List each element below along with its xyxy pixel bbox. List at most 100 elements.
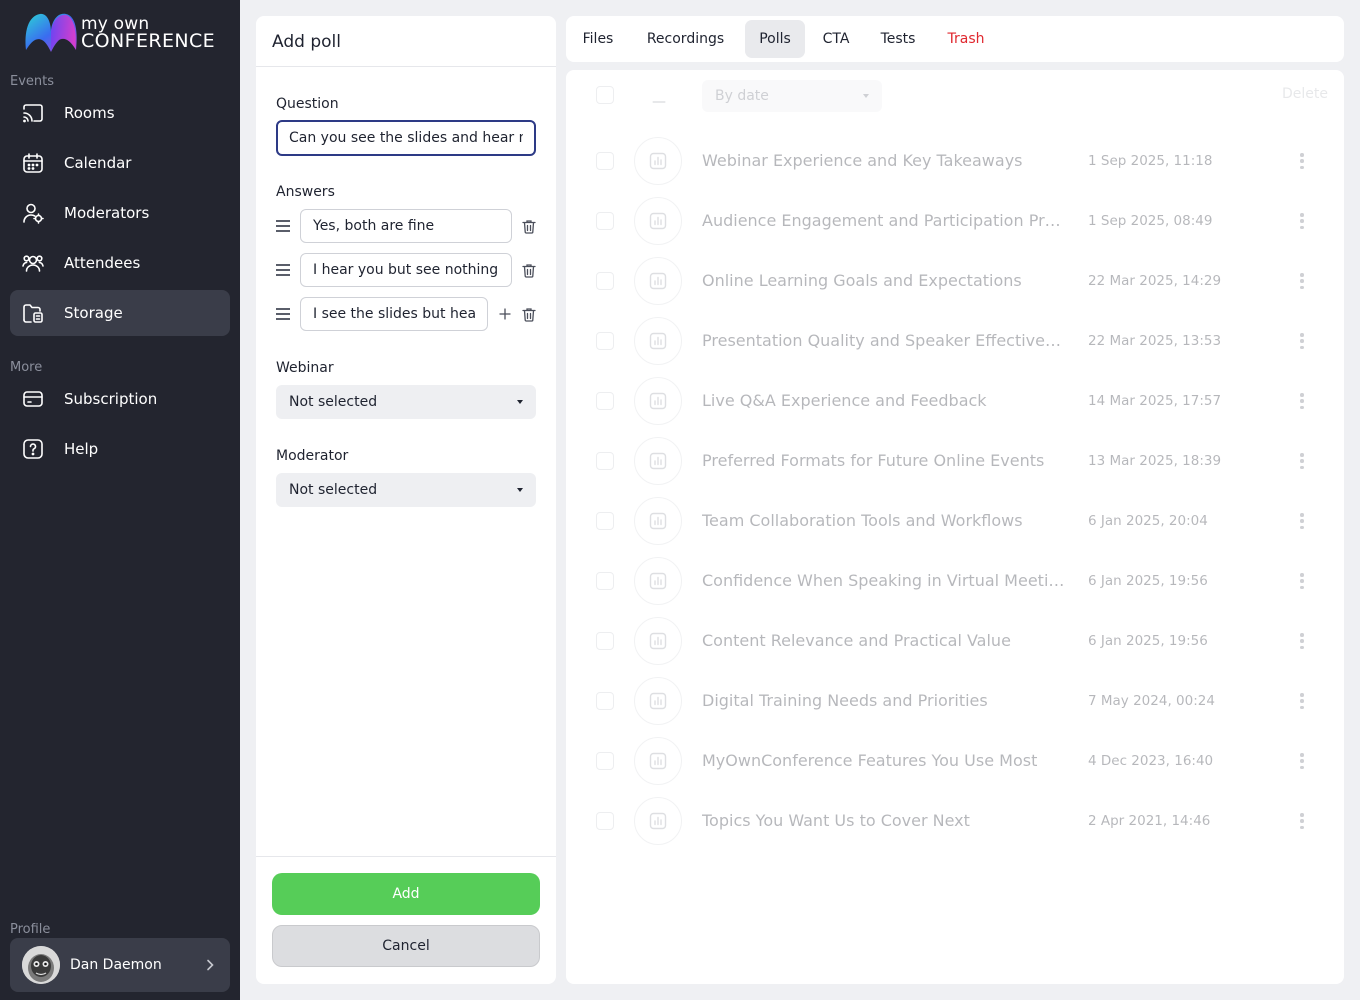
row-checkbox[interactable] bbox=[596, 692, 614, 710]
poll-title[interactable]: Content Relevance and Practical Value bbox=[702, 631, 1070, 650]
chevron-right-icon bbox=[206, 959, 214, 971]
poll-row[interactable]: Topics You Want Us to Cover Next 2 Apr 20… bbox=[566, 791, 1344, 851]
sidebar-item-label: Rooms bbox=[64, 104, 115, 122]
sidebar-item-help[interactable]: Help bbox=[10, 426, 230, 472]
more-vertical-icon[interactable] bbox=[1292, 571, 1312, 591]
delete-button[interactable]: Delete bbox=[1282, 86, 1328, 102]
poll-title[interactable]: Preferred Formats for Future Online Even… bbox=[702, 451, 1070, 470]
poll-chart-icon bbox=[634, 557, 682, 605]
storage-icon bbox=[22, 302, 44, 324]
sidebar-item-storage[interactable]: Storage bbox=[10, 290, 230, 336]
poll-chart-icon bbox=[634, 317, 682, 365]
sidebar-item-calendar[interactable]: Calendar bbox=[10, 140, 230, 186]
poll-title[interactable]: Webinar Experience and Key Takeaways bbox=[702, 151, 1070, 170]
caret-down-icon bbox=[863, 94, 869, 98]
poll-list: — By date Delete Webinar Experience and … bbox=[566, 70, 1344, 984]
tab-trash[interactable]: Trash bbox=[937, 20, 995, 58]
answer-row bbox=[276, 253, 546, 287]
poll-row[interactable]: Audience Engagement and Participation Pr… bbox=[566, 191, 1344, 251]
panel-title: Add poll bbox=[272, 32, 341, 52]
poll-title[interactable]: Online Learning Goals and Expectations bbox=[702, 271, 1070, 290]
poll-row[interactable]: Preferred Formats for Future Online Even… bbox=[566, 431, 1344, 491]
trash-icon[interactable] bbox=[521, 306, 537, 322]
more-vertical-icon[interactable] bbox=[1292, 271, 1312, 291]
more-vertical-icon[interactable] bbox=[1292, 331, 1312, 351]
plus-icon[interactable] bbox=[496, 305, 514, 323]
attendees-icon bbox=[22, 252, 44, 274]
more-vertical-icon[interactable] bbox=[1292, 691, 1312, 711]
cast-icon bbox=[22, 102, 44, 124]
poll-row[interactable]: MyOwnConference Features You Use Most 4 D… bbox=[566, 731, 1344, 791]
drag-handle-icon[interactable] bbox=[276, 262, 290, 278]
poll-row[interactable]: Content Relevance and Practical Value 6 J… bbox=[566, 611, 1344, 671]
more-vertical-icon[interactable] bbox=[1292, 811, 1312, 831]
add-button[interactable]: Add bbox=[272, 873, 540, 915]
trash-icon[interactable] bbox=[521, 218, 537, 234]
poll-row[interactable]: Online Learning Goals and Expectations 22… bbox=[566, 251, 1344, 311]
more-vertical-icon[interactable] bbox=[1292, 211, 1312, 231]
poll-title[interactable]: Presentation Quality and Speaker Effecti… bbox=[702, 331, 1070, 350]
row-checkbox[interactable] bbox=[596, 332, 614, 350]
more-vertical-icon[interactable] bbox=[1292, 631, 1312, 651]
poll-title[interactable]: Digital Training Needs and Priorities bbox=[702, 691, 1070, 710]
webinar-select[interactable]: Not selected bbox=[276, 385, 536, 419]
brand-logo[interactable]: my own CONFERENCE bbox=[24, 10, 224, 58]
poll-row[interactable]: Presentation Quality and Speaker Effecti… bbox=[566, 311, 1344, 371]
tab-polls[interactable]: Polls bbox=[745, 20, 805, 58]
profile-card[interactable]: Dan Daemon bbox=[10, 938, 230, 992]
drag-handle-icon[interactable] bbox=[276, 218, 290, 234]
row-checkbox[interactable] bbox=[596, 452, 614, 470]
more-vertical-icon[interactable] bbox=[1292, 751, 1312, 771]
poll-row[interactable]: Team Collaboration Tools and Workflows 6 … bbox=[566, 491, 1344, 551]
poll-chart-icon bbox=[634, 257, 682, 305]
drag-handle-icon[interactable] bbox=[276, 306, 290, 322]
answer-input[interactable] bbox=[300, 253, 512, 287]
avatar-image-icon bbox=[22, 946, 60, 984]
poll-row[interactable]: Confidence When Speaking in Virtual Meet… bbox=[566, 551, 1344, 611]
poll-title[interactable]: Live Q&A Experience and Feedback bbox=[702, 391, 1070, 410]
poll-row[interactable]: Digital Training Needs and Priorities 7 M… bbox=[566, 671, 1344, 731]
row-checkbox[interactable] bbox=[596, 752, 614, 770]
poll-title[interactable]: MyOwnConference Features You Use Most bbox=[702, 751, 1070, 770]
poll-row[interactable]: Live Q&A Experience and Feedback 14 Mar 2… bbox=[566, 371, 1344, 431]
moderator-select[interactable]: Not selected bbox=[276, 473, 536, 507]
tab-files[interactable]: Files bbox=[572, 20, 624, 58]
row-checkbox[interactable] bbox=[596, 152, 614, 170]
row-checkbox[interactable] bbox=[596, 632, 614, 650]
answer-input[interactable] bbox=[300, 297, 488, 331]
row-checkbox[interactable] bbox=[596, 212, 614, 230]
poll-title[interactable]: Team Collaboration Tools and Workflows bbox=[702, 511, 1070, 530]
sidebar-item-rooms[interactable]: Rooms bbox=[10, 90, 230, 136]
sort-select[interactable]: By date bbox=[702, 80, 882, 112]
sort-select-value: By date bbox=[715, 88, 769, 104]
poll-date: 22 Mar 2025, 14:29 bbox=[1088, 273, 1222, 289]
question-input[interactable] bbox=[276, 120, 536, 156]
poll-row[interactable]: Webinar Experience and Key Takeaways 1 Se… bbox=[566, 131, 1344, 191]
row-checkbox[interactable] bbox=[596, 392, 614, 410]
row-checkbox[interactable] bbox=[596, 572, 614, 590]
tab-recordings[interactable]: Recordings bbox=[634, 20, 737, 58]
more-vertical-icon[interactable] bbox=[1292, 511, 1312, 531]
select-all-checkbox[interactable] bbox=[596, 86, 614, 104]
caret-down-icon bbox=[517, 400, 523, 404]
poll-title[interactable]: Topics You Want Us to Cover Next bbox=[702, 811, 1070, 830]
more-vertical-icon[interactable] bbox=[1292, 391, 1312, 411]
poll-date: 4 Dec 2023, 16:40 bbox=[1088, 753, 1214, 769]
poll-title[interactable]: Confidence When Speaking in Virtual Meet… bbox=[702, 571, 1070, 590]
row-checkbox[interactable] bbox=[596, 272, 614, 290]
more-vertical-icon[interactable] bbox=[1292, 151, 1312, 171]
more-vertical-icon[interactable] bbox=[1292, 451, 1312, 471]
answer-input[interactable] bbox=[300, 209, 512, 243]
sidebar-item-attendees[interactable]: Attendees bbox=[10, 240, 230, 286]
tab-tests[interactable]: Tests bbox=[869, 20, 927, 58]
sidebar-item-label: Calendar bbox=[64, 154, 132, 172]
row-checkbox[interactable] bbox=[596, 512, 614, 530]
trash-icon[interactable] bbox=[521, 262, 537, 278]
cancel-button[interactable]: Cancel bbox=[272, 925, 540, 967]
sidebar-item-moderators[interactable]: Moderators bbox=[10, 190, 230, 236]
profile-name: Dan Daemon bbox=[70, 957, 162, 973]
sidebar-item-subscription[interactable]: Subscription bbox=[10, 376, 230, 422]
poll-title[interactable]: Audience Engagement and Participation Pr… bbox=[702, 211, 1070, 230]
row-checkbox[interactable] bbox=[596, 812, 614, 830]
tab-cta[interactable]: CTA bbox=[813, 20, 859, 58]
